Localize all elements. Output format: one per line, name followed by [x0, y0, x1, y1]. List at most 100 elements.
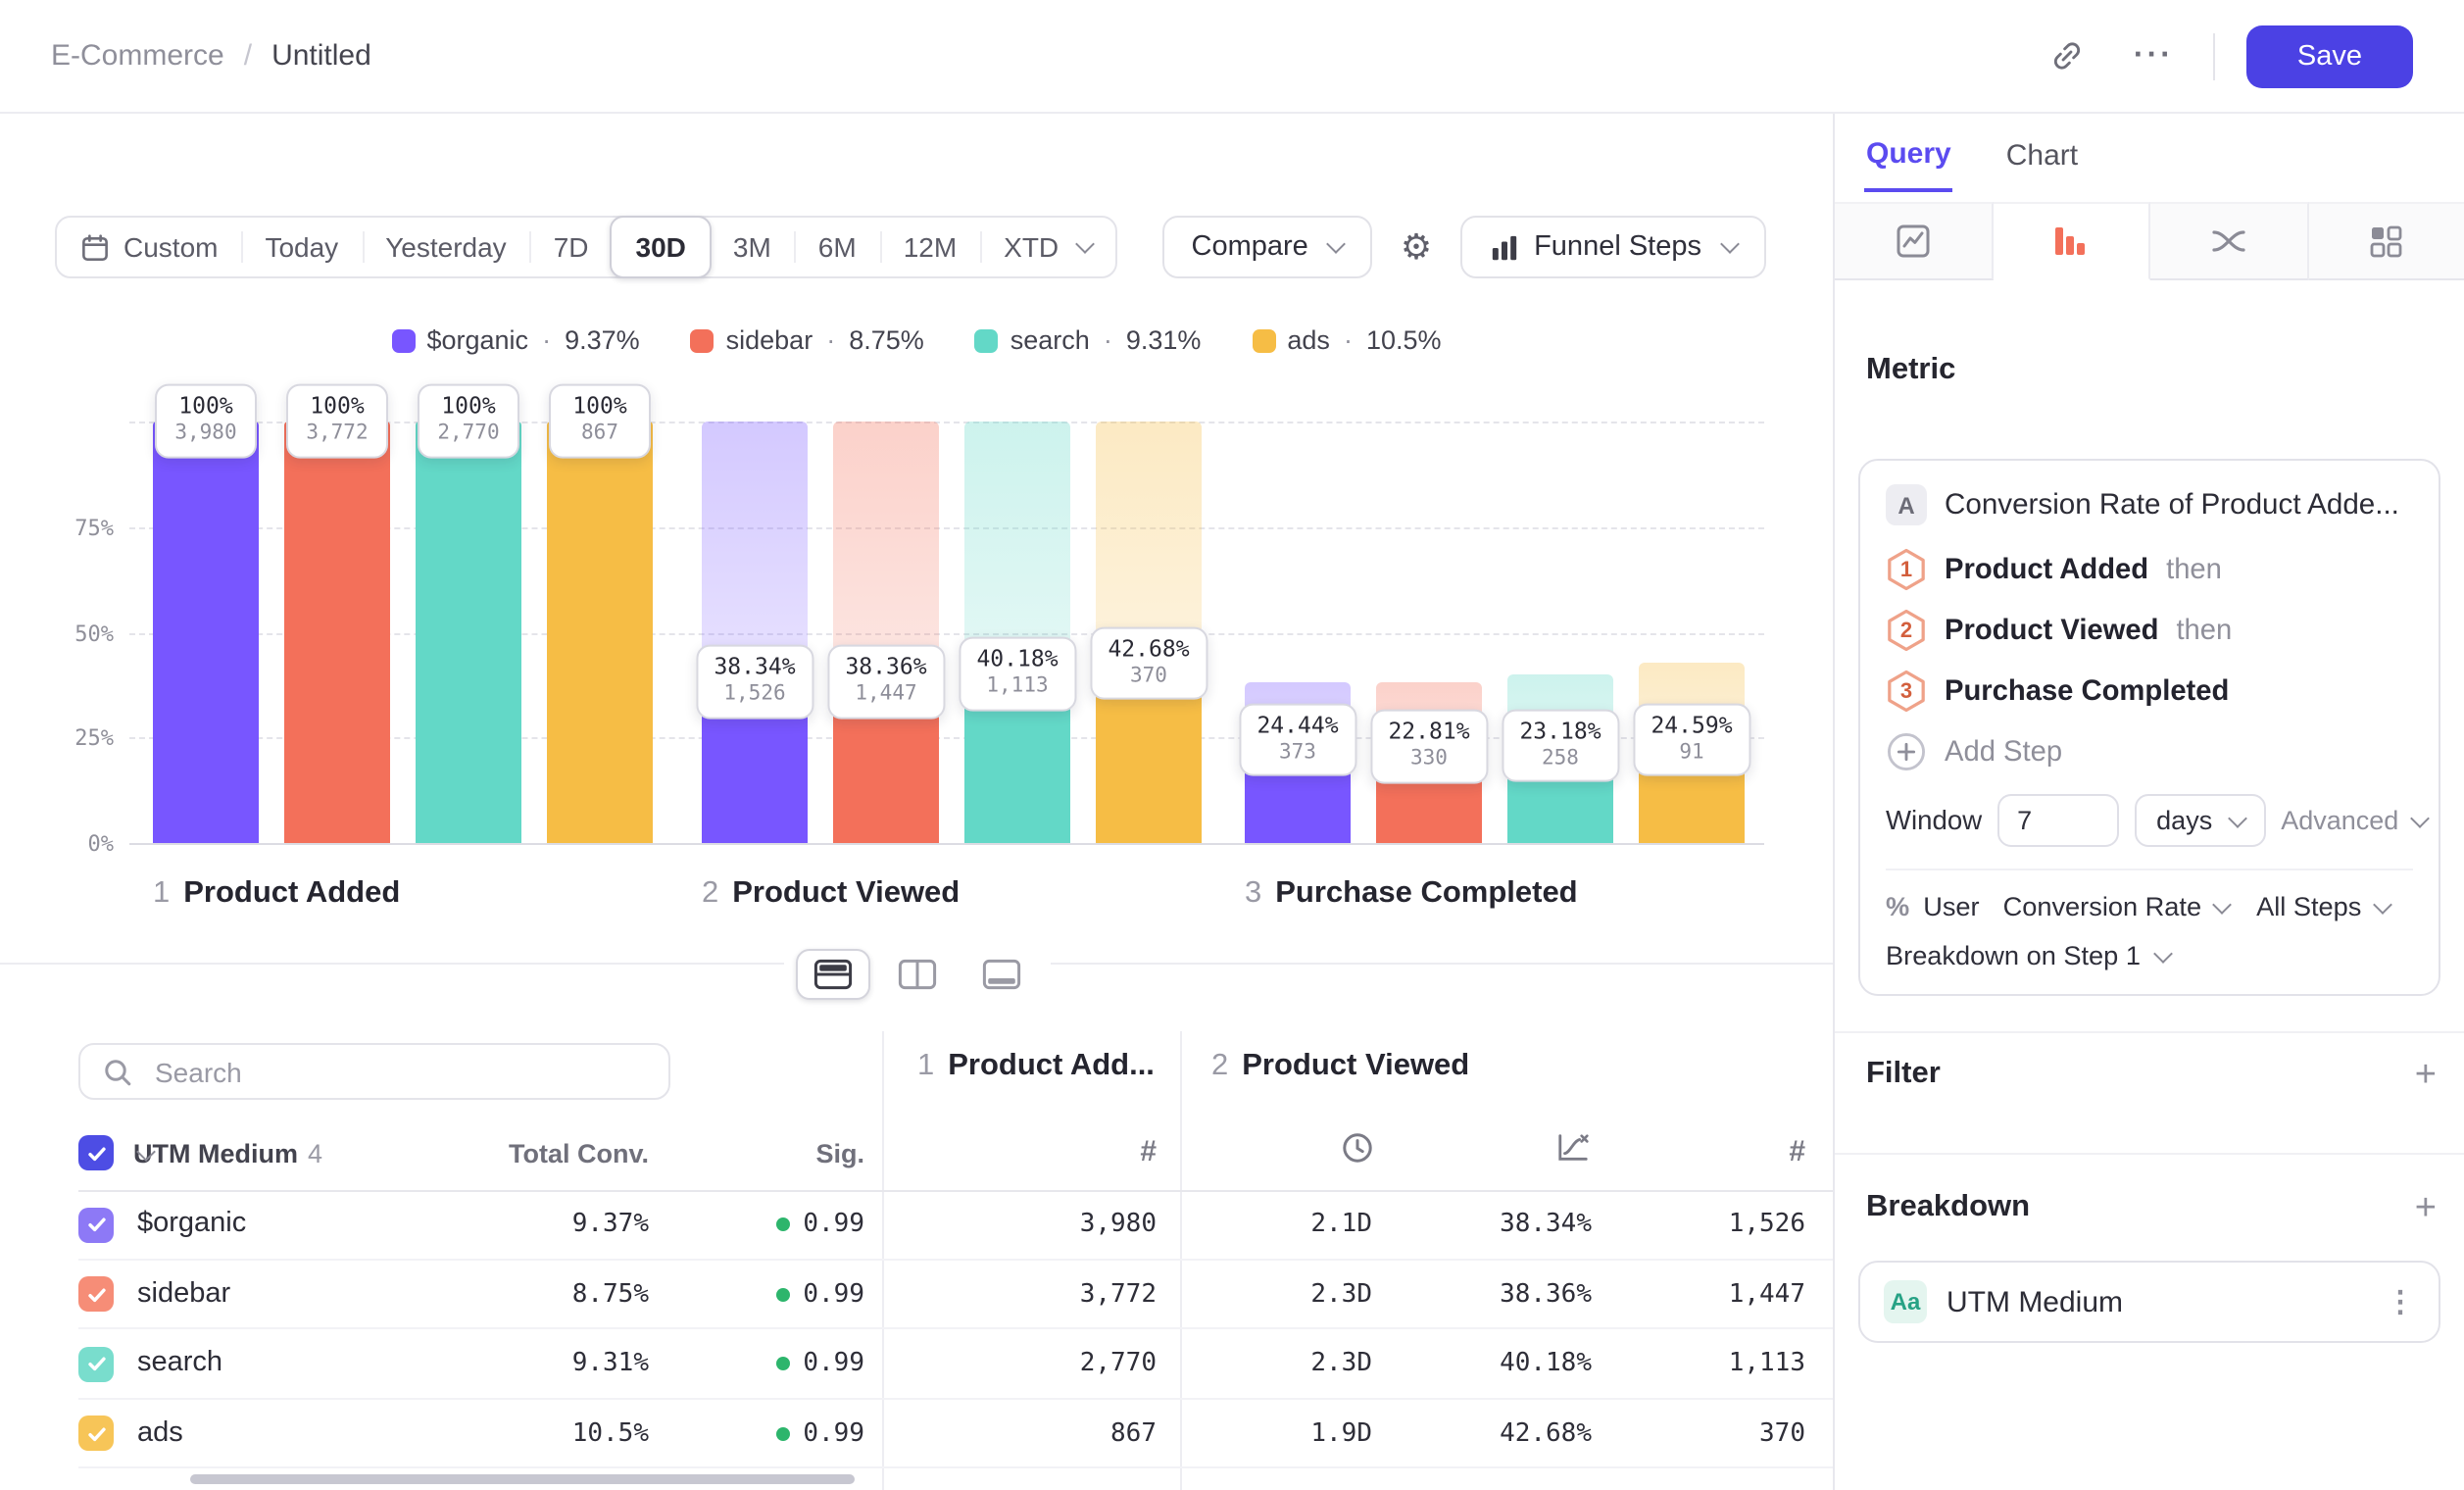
- layout-horizontal-split-icon: [813, 959, 852, 990]
- breakdown-item[interactable]: Aa UTM Medium ⋮: [1858, 1261, 2440, 1343]
- layout-bottom-filled-button[interactable]: [963, 949, 1038, 1000]
- layout-vertical-split-button[interactable]: [879, 949, 954, 1000]
- bar-count-label: 867: [567, 422, 633, 448]
- search-input[interactable]: [151, 1054, 647, 1089]
- advanced-toggle[interactable]: Advanced: [2281, 806, 2426, 835]
- view-tab-retention[interactable]: [2308, 202, 2464, 280]
- check-icon: [83, 1212, 109, 1237]
- metric-heading: Metric: [1866, 353, 1955, 388]
- table-row-organic[interactable]: $organic9.37%0.993,9802.1D38.34%1,526: [0, 1190, 1833, 1260]
- layout-horizontal-split-button[interactable]: [795, 949, 869, 1000]
- window-unit-select[interactable]: days: [2135, 794, 2265, 847]
- metric-step-1[interactable]: 1Product Addedthen: [1886, 547, 2413, 592]
- chevron-down-icon: [2212, 894, 2232, 914]
- bar-value-label: 24.44%373: [1239, 703, 1355, 776]
- share-link-button[interactable]: [2042, 29, 2094, 82]
- step-suffix: then: [2166, 554, 2222, 585]
- retention-icon: [2367, 222, 2406, 261]
- search-box[interactable]: [78, 1043, 670, 1100]
- table-rows: $organic9.37%0.993,9802.1D38.34%1,526sid…: [0, 1190, 1833, 1468]
- table-row-sidebar[interactable]: sidebar8.75%0.993,7722.3D38.36%1,447: [0, 1260, 1833, 1329]
- window-label: Window: [1886, 806, 1982, 835]
- table-row-search[interactable]: search9.31%0.992,7702.3D40.18%1,113: [0, 1329, 1833, 1399]
- hash-icon[interactable]: #: [1668, 1135, 1805, 1168]
- chevron-down-icon: [2153, 943, 2173, 963]
- view-tab-insights[interactable]: [1835, 202, 1993, 280]
- row-checkbox[interactable]: [78, 1276, 114, 1312]
- add-filter-button[interactable]: +: [2415, 1056, 2437, 1093]
- kebab-icon[interactable]: ⋮: [2386, 1284, 2415, 1319]
- step1-count-cell: 3,980: [941, 1210, 1157, 1239]
- horizontal-scrollbar[interactable]: [190, 1474, 855, 1484]
- bar-value-label: 100%3,772: [286, 384, 388, 458]
- save-button[interactable]: Save: [2246, 25, 2413, 87]
- type-badge: Aa: [1884, 1280, 1927, 1323]
- range-button-30d[interactable]: 30D: [611, 216, 712, 278]
- row-name: sidebar: [137, 1277, 230, 1309]
- panel-tab-label: Query: [1866, 137, 1951, 171]
- view-tab-funnel[interactable]: [1993, 202, 2150, 280]
- row-checkbox[interactable]: [78, 1416, 114, 1451]
- breakdown-on-dropdown[interactable]: Breakdown on Step 1: [1886, 941, 2413, 970]
- view-tab-flows[interactable]: [2150, 202, 2308, 280]
- dropdown-all-steps[interactable]: All Steps: [2256, 892, 2389, 921]
- step2-conv-cell: 40.18%: [1372, 1349, 1592, 1378]
- row-checkbox[interactable]: [78, 1207, 114, 1242]
- breakdown-heading: Breakdown: [1866, 1190, 2030, 1225]
- bar-count-label: 3,980: [172, 422, 239, 448]
- metric-card: A Conversion Rate of Product Adde... 1Pr…: [1858, 459, 2440, 996]
- range-label: 30D: [636, 231, 686, 263]
- bar-count-label: 1,526: [714, 681, 795, 708]
- hash-icon[interactable]: #: [1019, 1135, 1157, 1168]
- dropdown-conversion-rate[interactable]: Conversion Rate: [2003, 892, 2230, 921]
- row-name: search: [137, 1347, 222, 1378]
- metric-step-2[interactable]: 2Product Viewedthen: [1886, 608, 2413, 653]
- bar-count-label: 1,113: [976, 674, 1058, 701]
- significance-value: 0.99: [803, 1349, 864, 1378]
- significance-cell: 0.99: [668, 1279, 864, 1309]
- panel-tab-query[interactable]: Query: [1864, 129, 1953, 192]
- report-canvas: CustomTodayYesterday7D30D3M6M12MXTD Comp…: [0, 114, 1833, 1490]
- group-by-dropdown[interactable]: UTM Medium 4: [133, 1139, 322, 1168]
- row-checkbox[interactable]: [78, 1346, 114, 1381]
- sig-header[interactable]: Sig.: [668, 1139, 864, 1168]
- breadcrumb-report[interactable]: Untitled: [271, 39, 371, 73]
- bar-count-label: 370: [1108, 664, 1189, 690]
- table-row-ads[interactable]: ads10.5%0.998671.9D42.68%370: [0, 1399, 1833, 1468]
- header-actions: ··· Save: [2042, 25, 2413, 87]
- more-menu-button[interactable]: ···: [2126, 30, 2182, 81]
- add-breakdown-button[interactable]: +: [2415, 1189, 2437, 1226]
- row-name: ads: [137, 1416, 183, 1448]
- bar-pct-label: 24.44%: [1257, 711, 1338, 740]
- clock-icon[interactable]: [1341, 1131, 1374, 1174]
- bar-pct-label: 42.68%: [1108, 634, 1189, 664]
- conversion-chart-icon[interactable]: [1556, 1131, 1590, 1174]
- insights-icon: [1894, 222, 1933, 261]
- breadcrumb-project[interactable]: E-Commerce: [51, 39, 224, 73]
- select-all-checkbox[interactable]: [78, 1135, 114, 1170]
- counting-method-label[interactable]: User: [1923, 892, 1979, 921]
- metric-step-3[interactable]: 3Purchase Completed: [1886, 669, 2413, 714]
- bar-pct-label: 22.81%: [1388, 718, 1469, 747]
- window-value-input[interactable]: [1997, 794, 2119, 847]
- search-icon: [102, 1056, 133, 1087]
- table-step1-header: 1Product Add...: [917, 1049, 1155, 1084]
- add-step-button[interactable]: Add Step: [1886, 731, 2413, 772]
- step-number: 2: [1886, 608, 1927, 653]
- panel-tab-chart[interactable]: Chart: [2004, 129, 2080, 192]
- bar-value-label: 38.36%1,447: [827, 644, 944, 718]
- panel-tab-label: Chart: [2006, 139, 2078, 173]
- breakdown-section: Breakdown +: [1866, 1184, 2437, 1231]
- bar-value-label: 100%867: [549, 384, 651, 458]
- metric-title-row: A Conversion Rate of Product Adde...: [1886, 484, 2413, 525]
- section-divider: [1835, 1031, 2464, 1033]
- metric-title[interactable]: Conversion Rate of Product Adde...: [1945, 489, 2413, 521]
- breadcrumb: E-Commerce / Untitled: [51, 39, 371, 73]
- step2-count-cell: 1,113: [1588, 1349, 1805, 1378]
- conversion-row: % User Conversion RateAll Steps: [1886, 869, 2413, 921]
- total-conv-header[interactable]: Total Conv.: [414, 1139, 649, 1168]
- chevron-down-icon: [2227, 808, 2246, 827]
- step-number: 3: [1886, 669, 1927, 714]
- layout-toggles: [783, 945, 1050, 1004]
- step2-conv-cell: 38.36%: [1372, 1279, 1592, 1309]
